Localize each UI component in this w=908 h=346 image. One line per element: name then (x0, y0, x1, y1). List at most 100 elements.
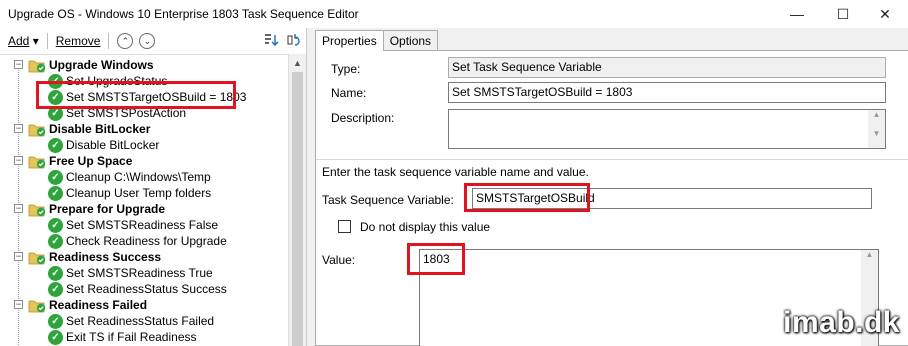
move-down-button[interactable]: ⌄ (139, 33, 156, 49)
close-button[interactable]: ✕ (862, 0, 908, 28)
tree-group[interactable]: − Readiness Failed (14, 297, 148, 313)
check-icon: ✓ (48, 105, 63, 121)
tree-step[interactable]: ✓ Set ReadinessStatus Success (48, 281, 227, 297)
tree-group[interactable]: − Prepare for Upgrade (14, 201, 166, 217)
section-divider (316, 159, 908, 160)
tree-scrollbar[interactable]: ▲ (288, 54, 306, 346)
hide-value-checkbox[interactable] (338, 220, 351, 233)
tree-step[interactable]: ✓ Set SMSTSPostAction (48, 105, 186, 121)
toolbar-divider (46, 33, 48, 49)
tab-strip: Properties Options (315, 30, 439, 51)
move-down-icon: ⌄ (143, 35, 152, 46)
window-title: Upgrade OS - Windows 10 Enterprise 1803 … (8, 7, 359, 21)
title-bar: Upgrade OS - Windows 10 Enterprise 1803 … (0, 0, 908, 28)
collapse-toggle-icon[interactable]: − (14, 60, 23, 69)
check-icon: ✓ (48, 233, 63, 249)
add-label: Add (8, 34, 30, 48)
tree-step[interactable]: ✓ Set SMSTSTargetOSBuild = 1803 (48, 89, 246, 105)
tree-group[interactable]: − Disable BitLocker (14, 121, 151, 137)
type-value: Set Task Sequence Variable (448, 57, 886, 78)
scroll-up-arrow-icon[interactable]: ▲ (289, 54, 306, 71)
check-icon: ✓ (48, 313, 63, 329)
folder-check-icon (28, 252, 46, 264)
tree-step-label: Cleanup User Temp folders (66, 186, 212, 200)
add-menu[interactable]: Add ▾ (8, 34, 39, 48)
tree-step[interactable]: ✓ Exit TS if Fail Readiness (48, 329, 197, 345)
folder-check-icon (28, 124, 46, 136)
name-field[interactable]: Set SMSTSTargetOSBuild = 1803 (448, 82, 886, 103)
task-sequence-editor-window: Upgrade OS - Windows 10 Enterprise 1803 … (0, 0, 908, 346)
minimize-button[interactable]: — (774, 0, 820, 28)
tree-step-label: Set SMSTSPostAction (66, 106, 187, 120)
tree-step[interactable]: ✓ Cleanup C:\Windows\Temp (48, 169, 211, 185)
toolbar: Add ▾ Remove ⌃ ⌄ (0, 28, 306, 54)
tree-group-label: Disable BitLocker (49, 122, 151, 136)
scroll-up-arrow-icon[interactable]: ▲ (868, 110, 885, 119)
maximize-icon: ☐ (836, 5, 850, 22)
collapse-toggle-icon[interactable]: − (14, 156, 23, 165)
remove-label: Remove (55, 34, 101, 48)
refresh-icon[interactable] (284, 32, 302, 50)
maximize-button[interactable]: ☐ (820, 0, 866, 28)
tree-group-label: Readiness Failed (49, 298, 148, 312)
tree-step-label: Set UpgradeStatus (66, 74, 168, 88)
watermark: imab.dk (783, 306, 900, 339)
variable-field[interactable]: SMSTSTargetOSBuild (472, 188, 872, 209)
description-label: Description: (331, 111, 395, 125)
tree-step-label: Set ReadinessStatus Success (66, 282, 227, 296)
tree-group-label: Readiness Success (49, 250, 162, 264)
collapse-toggle-icon[interactable]: − (14, 124, 23, 133)
description-field[interactable] (448, 109, 886, 149)
folder-check-icon (28, 300, 46, 312)
tree-group[interactable]: − Free Up Space (14, 153, 133, 169)
check-icon: ✓ (48, 169, 63, 185)
value-label: Value: (322, 253, 356, 267)
variable-label: Task Sequence Variable: (322, 193, 454, 207)
folder-check-icon (28, 204, 46, 216)
tree-step-label: Cleanup C:\Windows\Temp (66, 170, 211, 184)
check-icon: ✓ (48, 89, 63, 105)
description-scrollbar[interactable]: ▲ ▼ (868, 110, 885, 148)
tree-step[interactable]: ✓ Disable BitLocker (48, 137, 159, 153)
folder-check-icon (28, 156, 46, 168)
scroll-down-arrow-icon[interactable]: ▼ (868, 129, 885, 138)
remove-button[interactable]: Remove (56, 34, 101, 48)
tree-group-label: Prepare for Upgrade (49, 202, 166, 216)
tree-step-label: Set SMSTSReadiness False (66, 218, 219, 232)
check-icon: ✓ (48, 73, 63, 89)
tree-step-label: Exit TS if Fail Readiness (66, 330, 197, 344)
tree-step[interactable]: ✓ Set SMSTSReadiness True (48, 265, 213, 281)
tree-step[interactable]: ✓ Set UpgradeStatus (48, 73, 167, 89)
tree-step-label: Set ReadinessStatus Failed (66, 314, 215, 328)
move-up-button[interactable]: ⌃ (117, 33, 134, 49)
tree-step-label: Disable BitLocker (66, 138, 160, 152)
tree-step-label: Set SMSTSReadiness True (66, 266, 213, 280)
properties-pane: Properties Options Type: Set Task Sequen… (306, 28, 908, 346)
toolbar-divider (108, 33, 110, 49)
folder-check-icon (28, 60, 46, 72)
tree-step[interactable]: ✓ Set ReadinessStatus Failed (48, 313, 214, 329)
scrollbar-thumb[interactable] (292, 72, 303, 346)
tree-group[interactable]: − Upgrade Windows (14, 57, 154, 73)
collapse-toggle-icon[interactable]: − (14, 300, 23, 309)
check-icon: ✓ (48, 329, 63, 345)
tree-group-label: Free Up Space (49, 154, 133, 168)
type-label: Type: (331, 62, 361, 76)
tree-step[interactable]: ✓ Check Readiness for Upgrade (48, 233, 227, 249)
tab-properties[interactable]: Properties (315, 30, 384, 51)
check-icon: ✓ (48, 185, 63, 201)
close-icon: ✕ (879, 5, 891, 22)
sort-icon[interactable] (262, 32, 280, 50)
check-icon: ✓ (48, 265, 63, 281)
tab-options[interactable]: Options (382, 30, 439, 50)
collapse-toggle-icon[interactable]: − (14, 204, 23, 213)
collapse-toggle-icon[interactable]: − (14, 252, 23, 261)
move-up-icon: ⌃ (121, 35, 130, 46)
tree-group[interactable]: − Readiness Success (14, 249, 162, 265)
hide-value-label: Do not display this value (360, 220, 491, 234)
tree-step[interactable]: ✓ Cleanup User Temp folders (48, 185, 211, 201)
tree-step-label: Check Readiness for Upgrade (66, 234, 227, 248)
scroll-up-arrow-icon[interactable]: ▲ (861, 250, 878, 259)
check-icon: ✓ (48, 281, 63, 297)
tree-step[interactable]: ✓ Set SMSTSReadiness False (48, 217, 218, 233)
